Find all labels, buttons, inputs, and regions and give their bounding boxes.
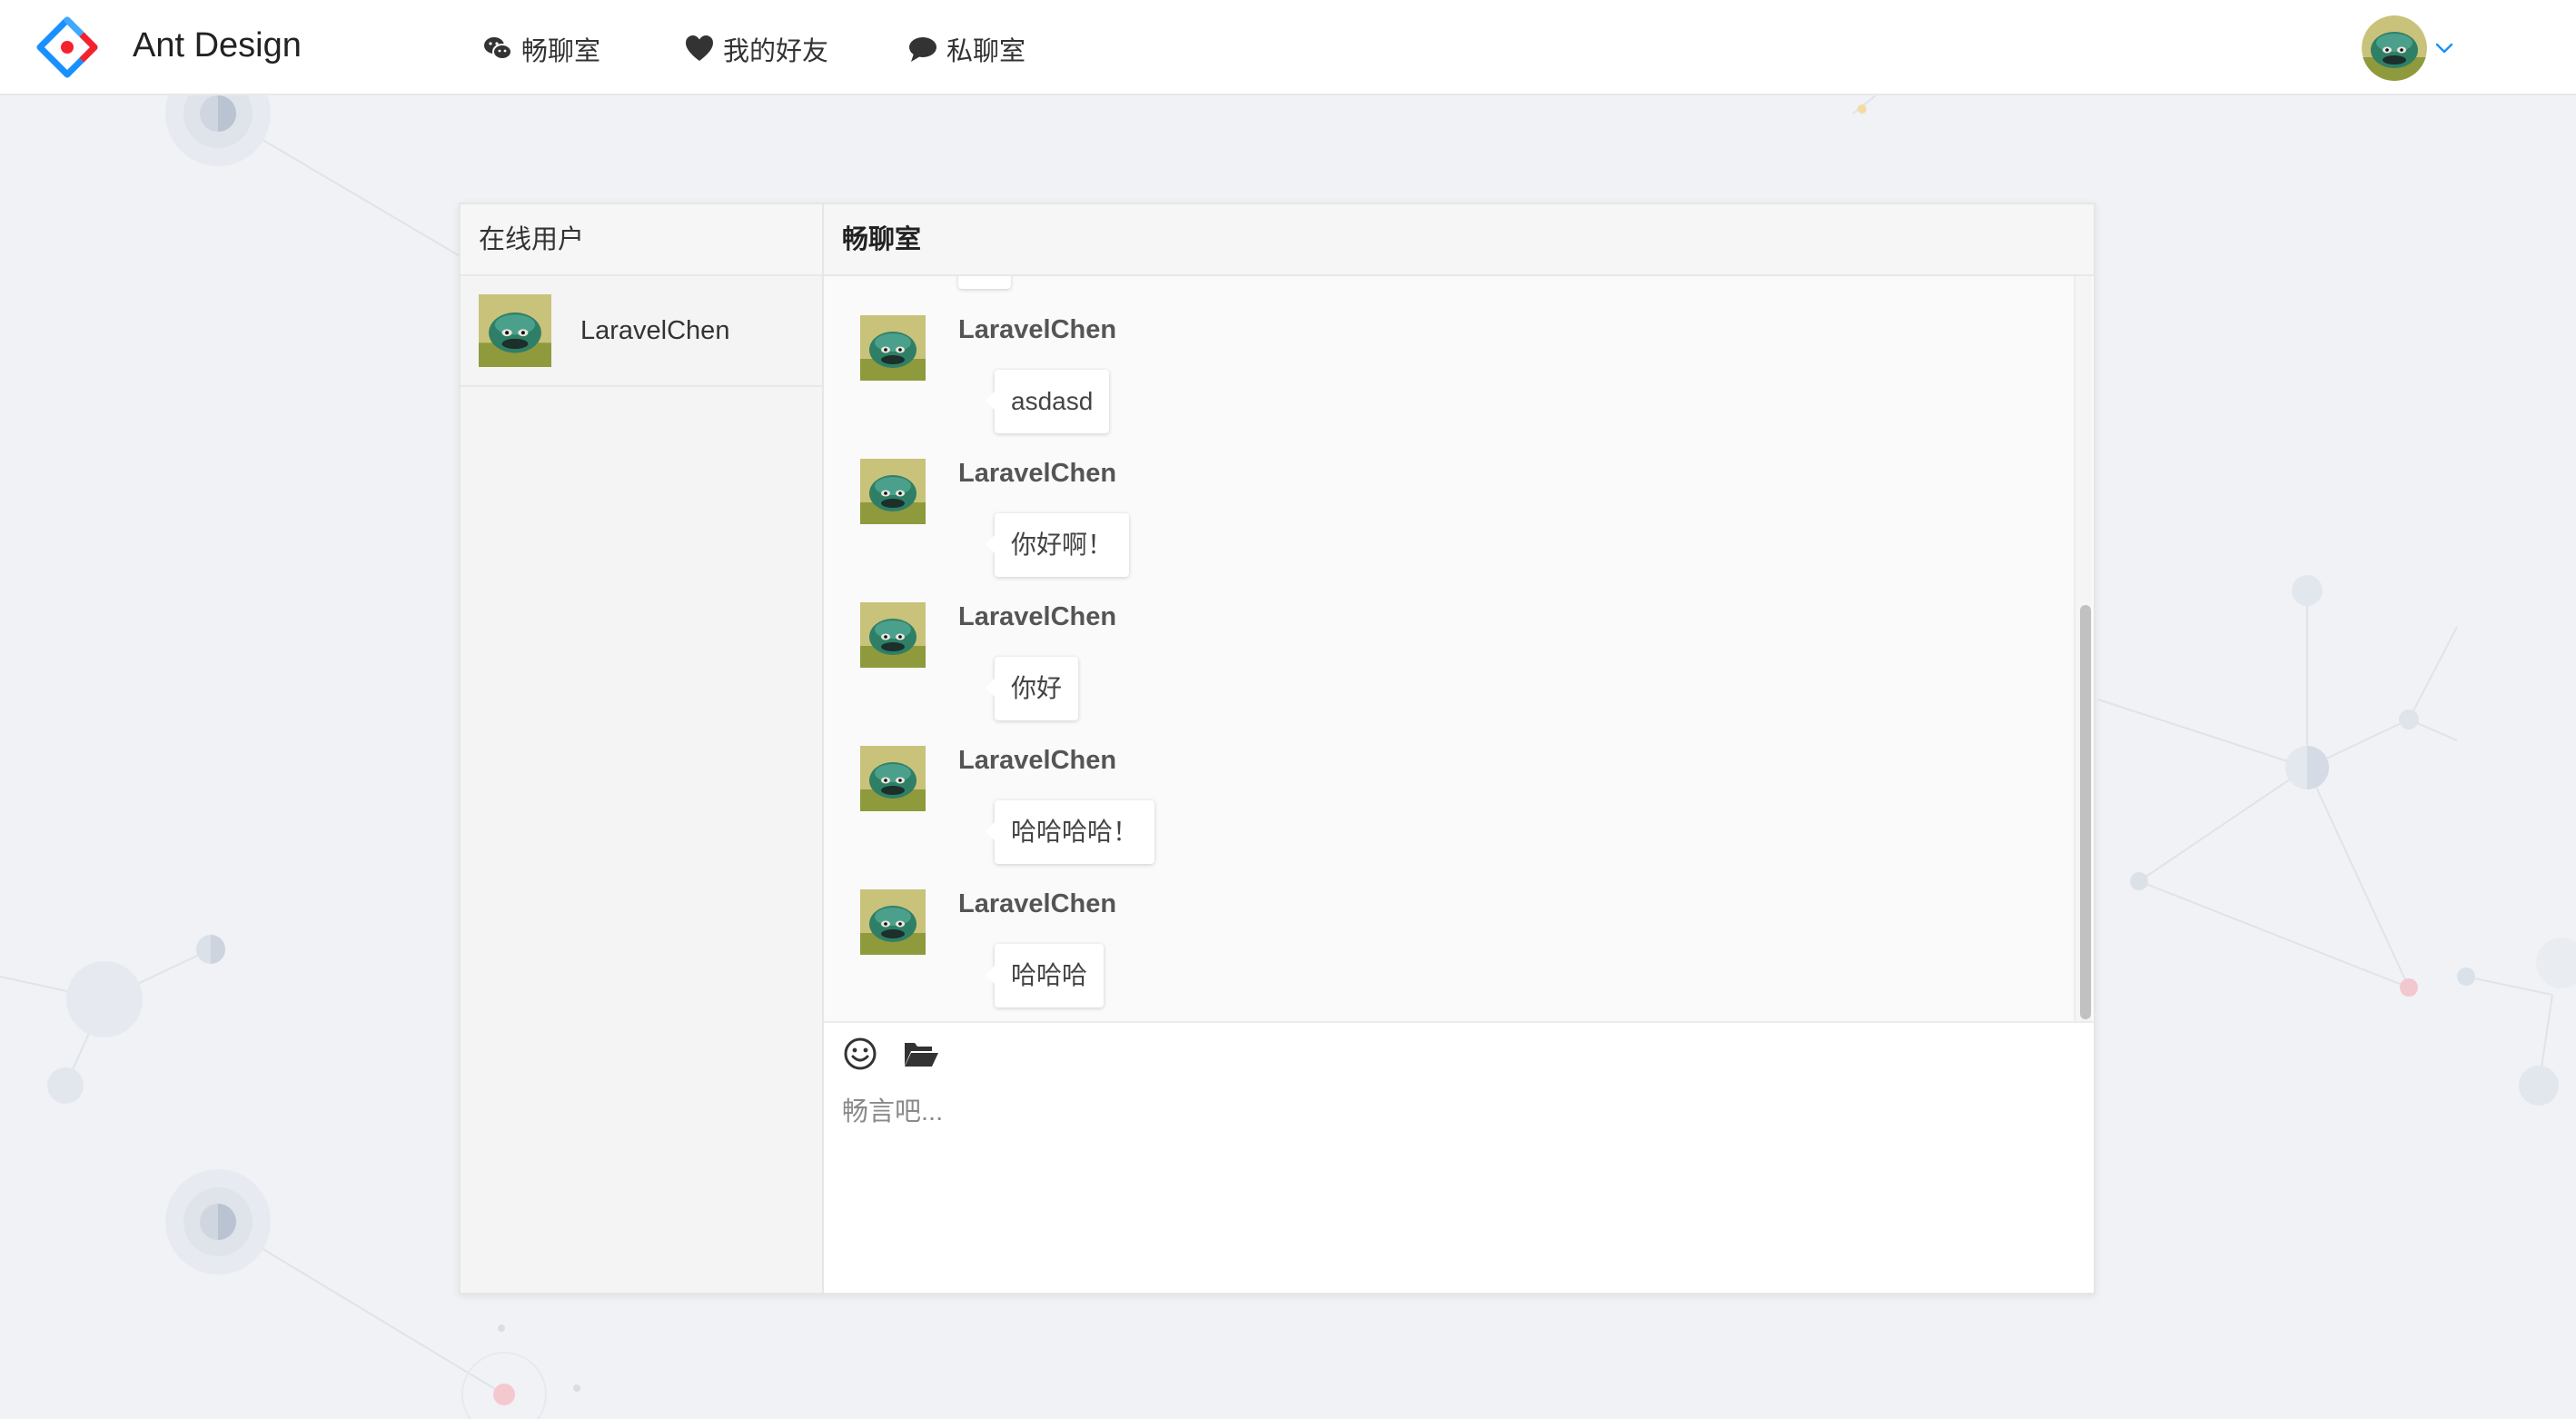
nav-chat-room-label: 畅聊室 xyxy=(521,37,601,66)
chat-message: LaravelChen 哈哈哈 xyxy=(860,889,1859,1021)
chat-room-title: 畅聊室 xyxy=(824,204,2094,276)
message-author: LaravelChen xyxy=(958,889,1117,918)
online-user-item[interactable]: LaravelChen xyxy=(461,276,822,387)
user-avatar xyxy=(479,294,551,367)
online-users-title: 在线用户 xyxy=(461,204,822,276)
message-bubble: asdasd xyxy=(985,370,1110,433)
nav-my-friends-label: 我的好友 xyxy=(723,37,829,66)
online-user-name: LaravelChen xyxy=(580,315,730,345)
chat-message: LaravelChen 你好 xyxy=(860,602,1859,748)
nav-private-chat[interactable]: 私聊室 xyxy=(907,27,1025,71)
message-bubble: 哈哈哈哈！ xyxy=(985,800,1155,864)
user-avatar[interactable] xyxy=(860,889,926,955)
chat-main: 畅聊室 LaravelChen asdasd LaravelChen 你好啊！ … xyxy=(824,204,2094,1293)
online-users-sidebar: 在线用户 LaravelChen xyxy=(461,204,824,1293)
user-avatar[interactable] xyxy=(860,459,926,524)
nav-my-friends[interactable]: 我的好友 xyxy=(683,27,828,71)
nav-private-chat-label: 私聊室 xyxy=(946,37,1026,66)
user-avatar[interactable] xyxy=(860,746,926,811)
message-bubble: 哈哈哈 xyxy=(985,944,1105,1007)
heart-icon xyxy=(686,35,713,61)
message-bubble-partial xyxy=(958,276,1011,289)
top-navbar: Ant Design 畅聊室 我的好友 私聊室 xyxy=(0,0,2576,95)
message-list[interactable]: LaravelChen asdasd LaravelChen 你好啊！ Lara… xyxy=(824,276,2094,1023)
message-input[interactable] xyxy=(842,1090,2068,1272)
message-list-scrollbar[interactable] xyxy=(2074,276,2092,1021)
smile-icon[interactable] xyxy=(842,1036,878,1072)
ant-design-logo[interactable] xyxy=(36,16,98,78)
message-author: LaravelChen xyxy=(958,315,1117,344)
nav-chat-room[interactable]: 畅聊室 xyxy=(481,27,600,71)
message-bubble: 你好 xyxy=(985,657,1079,720)
chat-panel: 在线用户 LaravelChen 畅聊室 LaravelChen asdasd … xyxy=(459,203,2095,1295)
message-author: LaravelChen xyxy=(958,602,1117,631)
composer-toolbar xyxy=(842,1031,962,1077)
user-menu[interactable] xyxy=(2362,15,2456,82)
chevron-down-icon xyxy=(2435,43,2453,54)
folder-open-icon[interactable] xyxy=(900,1036,940,1072)
chat-message: LaravelChen 你好啊！ xyxy=(860,459,1859,604)
wechat-icon xyxy=(484,37,512,60)
chat-message: LaravelChen asdasd xyxy=(860,315,1859,461)
chat-message: LaravelChen 哈哈哈哈！ xyxy=(860,746,1859,891)
scrollbar-thumb[interactable] xyxy=(2080,605,2091,1019)
brand-title[interactable]: Ant Design xyxy=(133,22,302,69)
comment-icon xyxy=(909,37,936,62)
message-author: LaravelChen xyxy=(958,459,1117,488)
user-avatar[interactable] xyxy=(860,315,926,381)
message-bubble: 你好啊！ xyxy=(985,513,1130,577)
user-avatar xyxy=(2362,15,2427,81)
message-author: LaravelChen xyxy=(958,746,1117,775)
user-avatar[interactable] xyxy=(860,602,926,668)
